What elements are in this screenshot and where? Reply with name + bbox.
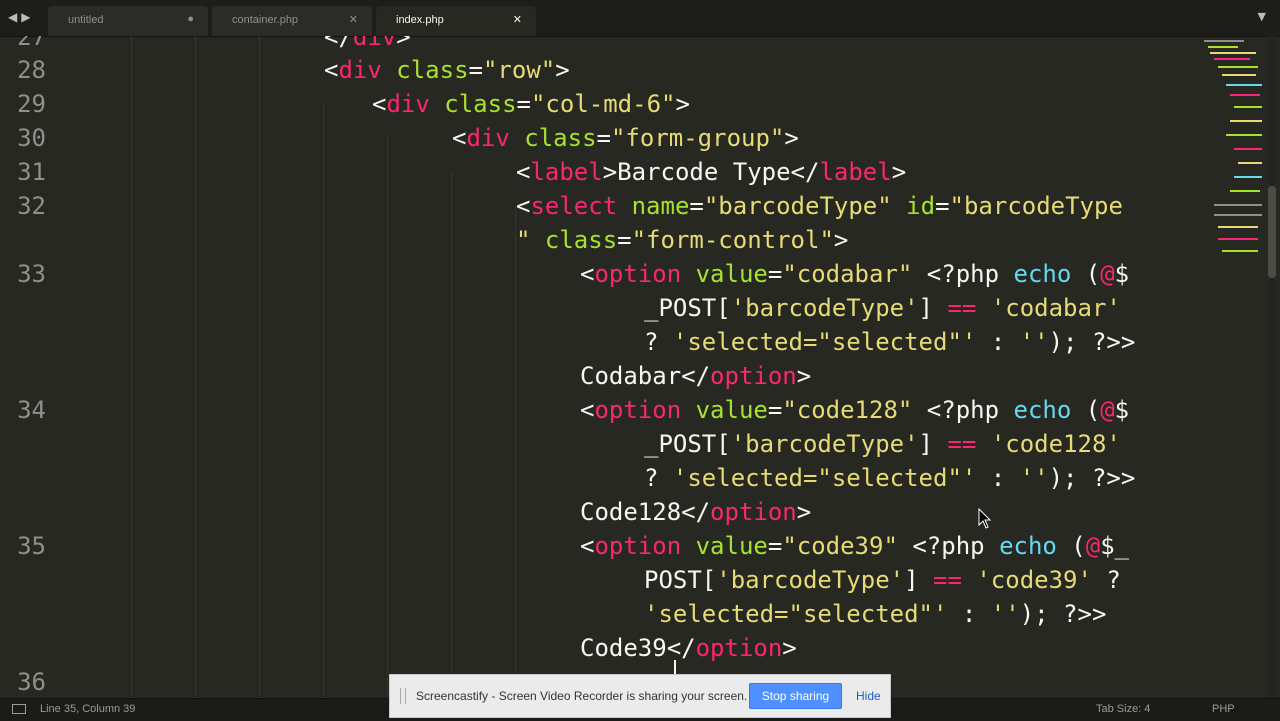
syntax-selector[interactable]: PHP: [1212, 703, 1235, 715]
code-line-34-wrap: Code128</option>: [580, 498, 812, 526]
sharing-message: Screencastify - Screen Video Recorder is…: [416, 689, 748, 703]
minimap-line: [1210, 52, 1256, 54]
minimap-line: [1218, 66, 1258, 68]
unsaved-dot-icon[interactable]: ●: [187, 13, 194, 25]
code-line-34-wrap: _POST['barcodeType'] == 'code128': [644, 430, 1121, 458]
tab-untitled[interactable]: untitled ●: [48, 6, 208, 36]
vertical-scrollbar[interactable]: [1268, 36, 1276, 698]
cursor-position: Line 35, Column 39: [40, 703, 136, 715]
minimap-line: [1230, 190, 1260, 192]
minimap-line: [1214, 204, 1262, 206]
minimap-line: [1222, 250, 1258, 252]
scrollbar-thumb[interactable]: [1268, 186, 1276, 278]
minimap-line: [1214, 214, 1262, 216]
line-number: 35: [17, 532, 46, 560]
code-line-35: <option value="code39" <?php echo (@$_: [580, 532, 1130, 560]
tab-bar: ◀▶ untitled ● container.php ✕ index.php …: [0, 0, 1280, 37]
line-number: 27: [17, 36, 46, 51]
code-editor[interactable]: 27 28 29 30 31 32 33 34 35 36 </div> <di…: [0, 36, 1200, 698]
code-line-34: <option value="code128" <?php echo (@$: [580, 396, 1130, 424]
back-arrow-icon[interactable]: ◀: [8, 10, 21, 24]
code-line-30: <div class="form-group">: [452, 124, 799, 152]
indent-guide: [323, 104, 324, 698]
tab-container-php[interactable]: container.php ✕: [212, 6, 372, 36]
minimap-line: [1230, 94, 1260, 96]
tab-dropdown-icon[interactable]: ▼: [1258, 10, 1266, 23]
code-line-33-wrap: Codabar</option>: [580, 362, 812, 390]
minimap-line: [1214, 58, 1250, 60]
line-number: 28: [17, 56, 46, 84]
tab-label: container.php: [232, 14, 299, 26]
minimap-line: [1234, 176, 1262, 178]
drag-handle-icon[interactable]: [400, 688, 406, 704]
indent-guide: [259, 36, 260, 698]
stop-sharing-button[interactable]: Stop sharing: [749, 683, 842, 709]
indent-guide: [451, 172, 452, 698]
indent-guide: [515, 206, 516, 698]
minimap-line: [1234, 148, 1262, 150]
code-line-33-wrap: _POST['barcodeType'] == 'codabar': [644, 294, 1121, 322]
minimap-line: [1204, 40, 1244, 42]
line-number: 32: [17, 192, 46, 220]
indent-guide: [387, 138, 388, 698]
mouse-pointer-icon: [978, 508, 992, 529]
hide-button[interactable]: Hide: [856, 689, 881, 703]
minimap-line: [1226, 84, 1262, 86]
line-number: 36: [17, 668, 46, 696]
code-line-33-wrap: ? 'selected="selected"' : ''); ?>>: [644, 328, 1136, 356]
code-line-35-wrap: Code39</option>: [580, 634, 797, 662]
code-line-35-wrap: 'selected="selected"' : ''); ?>>: [644, 600, 1107, 628]
tab-label: untitled: [68, 14, 104, 26]
code-line-27: </div>: [324, 36, 411, 51]
tab-label: index.php: [396, 14, 444, 26]
code-line-33: <option value="codabar" <?php echo (@$: [580, 260, 1130, 288]
code-line-29: <div class="col-md-6">: [372, 90, 690, 118]
panel-toggle-icon[interactable]: [12, 704, 26, 714]
minimap-line: [1226, 134, 1262, 136]
minimap-line: [1208, 46, 1238, 48]
tab-size-selector[interactable]: Tab Size: 4: [1096, 703, 1150, 715]
code-line-28: <div class="row">: [324, 56, 570, 84]
minimap-line: [1218, 238, 1258, 240]
code-line-31: <label>Barcode Type</label>: [516, 158, 907, 186]
minimap-line: [1218, 226, 1258, 228]
line-number: 30: [17, 124, 46, 152]
line-number: 31: [17, 158, 46, 186]
tab-index-php[interactable]: index.php ✕: [376, 6, 536, 36]
code-line-34-wrap: ? 'selected="selected"' : ''); ?>>: [644, 464, 1136, 492]
code-line-32-wrap: " class="form-control">: [516, 226, 849, 254]
line-number: 29: [17, 90, 46, 118]
close-icon[interactable]: ✕: [513, 13, 522, 26]
tab-nav-arrows[interactable]: ◀▶: [8, 10, 34, 24]
minimap-line: [1222, 74, 1256, 76]
minimap-line: [1230, 120, 1262, 122]
code-line-35-wrap: POST['barcodeType'] == 'code39' ?: [644, 566, 1121, 594]
line-number: 33: [17, 260, 46, 288]
minimap[interactable]: [1200, 36, 1266, 286]
close-icon[interactable]: ✕: [349, 13, 358, 26]
minimap-line: [1234, 106, 1262, 108]
indent-guide: [195, 36, 196, 698]
line-number: 34: [17, 396, 46, 424]
screen-sharing-bar: Screencastify - Screen Video Recorder is…: [389, 674, 891, 718]
code-line-32: <select name="barcodeType" id="barcodeTy…: [516, 192, 1123, 220]
indent-guide: [131, 36, 132, 698]
minimap-line: [1238, 162, 1262, 164]
forward-arrow-icon[interactable]: ▶: [21, 10, 34, 24]
